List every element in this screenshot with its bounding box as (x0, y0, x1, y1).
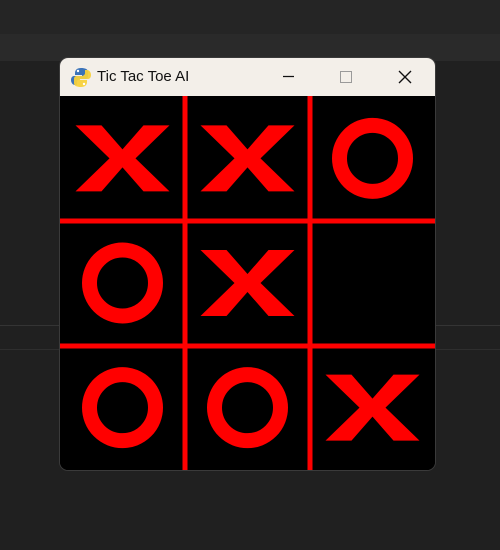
close-icon (398, 70, 412, 84)
maximize-button[interactable] (323, 58, 369, 96)
close-button[interactable] (382, 58, 428, 96)
maximize-icon (340, 71, 352, 83)
board-cell[interactable] (310, 221, 435, 346)
grid-line (60, 218, 435, 224)
board-cell[interactable] (60, 221, 185, 346)
board-cell[interactable] (310, 96, 435, 221)
board-cell[interactable] (60, 345, 185, 470)
grid-line (307, 96, 313, 470)
grid-line (60, 343, 435, 349)
game-window: Tic Tac Toe AI (60, 58, 435, 470)
game-board[interactable] (60, 96, 435, 470)
minimize-button[interactable] (265, 58, 311, 96)
board-cell[interactable] (185, 345, 310, 470)
minimize-icon (283, 75, 294, 78)
desktop-top-bar (0, 0, 500, 34)
title-bar[interactable]: Tic Tac Toe AI (60, 58, 435, 96)
desktop-toolbar-band (0, 34, 500, 61)
window-title: Tic Tac Toe AI (97, 68, 190, 85)
grid-line (182, 96, 188, 470)
pygame-snake-icon (71, 68, 91, 87)
